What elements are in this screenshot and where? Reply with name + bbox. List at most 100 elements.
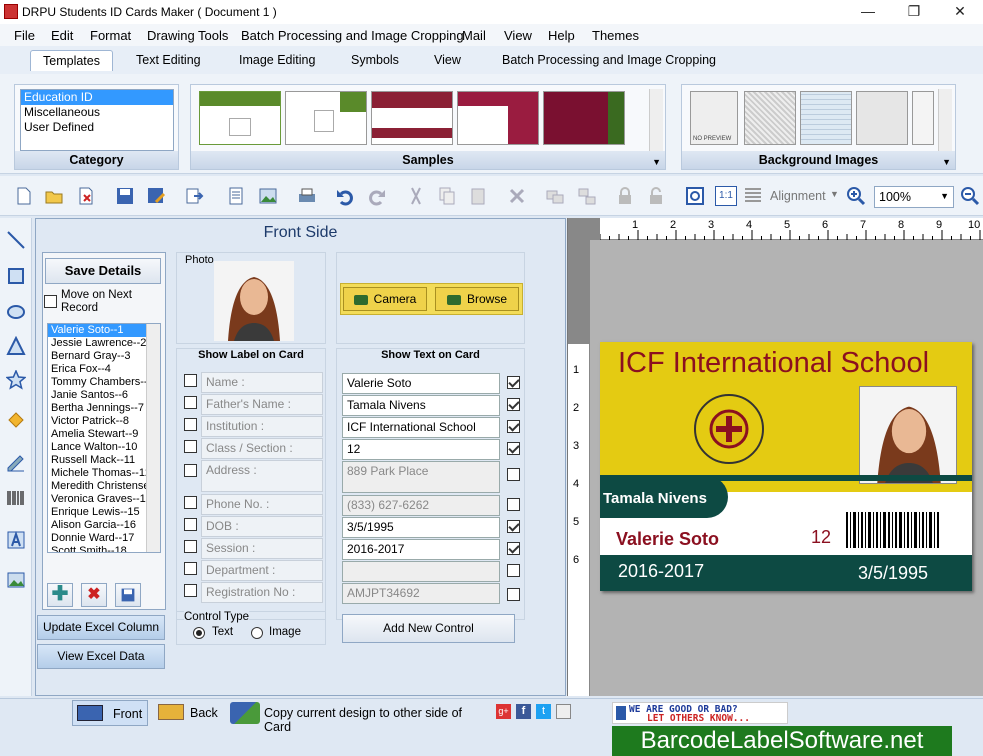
undo-icon[interactable] — [335, 186, 355, 206]
record-item[interactable]: Bertha Jennings--7 — [48, 402, 160, 415]
menu-format[interactable]: Format — [90, 28, 131, 43]
record-item[interactable]: Valerie Soto--1 — [48, 324, 160, 337]
show-checkbox-dob[interactable] — [507, 520, 520, 533]
show-checkbox-address[interactable] — [507, 468, 520, 481]
properties-icon[interactable] — [226, 186, 246, 206]
records-list[interactable]: Valerie Soto--1 Jessie Lawrence--2 Berna… — [47, 323, 161, 553]
save-as-icon[interactable] — [146, 186, 166, 206]
bg-thumb-4[interactable] — [856, 91, 908, 145]
front-side-button[interactable]: Front — [72, 700, 148, 726]
samples-scrollbar[interactable] — [649, 89, 663, 151]
tab-view[interactable]: View — [434, 53, 461, 67]
view-excel-data-button[interactable]: View Excel Data — [37, 644, 165, 669]
save-details-button[interactable]: Save Details — [45, 258, 161, 284]
add-record-icon[interactable]: ✚ — [47, 583, 73, 607]
browse-button[interactable]: Browse — [435, 287, 519, 311]
card-father-name[interactable]: Tamala Nivens — [603, 490, 707, 507]
new-icon[interactable] — [14, 186, 34, 206]
category-item-education[interactable]: Education ID — [21, 90, 173, 105]
card-school-name[interactable]: ICF International School — [618, 347, 929, 380]
bg-thumb-no-preview[interactable]: NO PREVIEW — [690, 91, 738, 145]
delete-icon[interactable] — [507, 186, 527, 206]
move-next-checkbox[interactable] — [44, 295, 57, 308]
record-item[interactable]: Michele Thomas--12 — [48, 467, 160, 480]
card-session[interactable]: 2016-2017 — [618, 561, 704, 582]
show-checkbox-registration[interactable] — [507, 588, 520, 601]
show-checkbox-institution[interactable] — [507, 420, 520, 433]
star-tool-icon[interactable] — [6, 370, 26, 390]
menu-drawing-tools[interactable]: Drawing Tools — [147, 28, 228, 43]
copy-design-button[interactable]: Copy current design to other side of Car… — [228, 700, 486, 734]
close-doc-icon[interactable] — [76, 186, 96, 206]
card-photo[interactable] — [859, 386, 957, 484]
label-checkbox-department[interactable] — [184, 562, 197, 575]
group-icon[interactable] — [545, 186, 565, 206]
records-scrollbar[interactable] — [146, 324, 160, 552]
back-side-button[interactable]: Back — [154, 700, 222, 726]
value-session[interactable]: 2016-2017 — [342, 539, 500, 560]
bg-thumb-3[interactable] — [800, 91, 852, 145]
menu-edit[interactable]: Edit — [51, 28, 73, 43]
label-checkbox-institution[interactable] — [184, 418, 197, 431]
card-barcode[interactable] — [844, 512, 944, 548]
maximize-button[interactable]: ❐ — [891, 0, 937, 24]
google-plus-icon[interactable]: g+ — [496, 704, 511, 719]
card-class[interactable]: 12 — [811, 527, 831, 548]
share-icon[interactable] — [556, 704, 571, 719]
zoom-select[interactable]: 100% ▼ — [874, 186, 954, 208]
update-excel-column-button[interactable]: Update Excel Column — [37, 615, 165, 640]
value-father[interactable]: Tamala Nivens — [342, 395, 500, 416]
show-checkbox-department[interactable] — [507, 564, 520, 577]
record-item[interactable]: Lance Walton--10 — [48, 441, 160, 454]
tab-templates[interactable]: Templates — [30, 50, 113, 71]
record-item[interactable]: Donnie Ward--17 — [48, 532, 160, 545]
twitter-icon[interactable]: t — [536, 704, 551, 719]
redo-icon[interactable] — [367, 186, 387, 206]
tab-image-editing[interactable]: Image Editing — [239, 53, 315, 67]
signature-tool-icon[interactable] — [6, 452, 26, 472]
background-expand-icon[interactable]: ▼ — [942, 157, 951, 167]
camera-button[interactable]: Camera — [343, 287, 427, 311]
image-icon[interactable] — [258, 186, 278, 206]
save-record-icon[interactable] — [115, 583, 141, 607]
value-address[interactable]: 889 Park Place — [342, 461, 500, 493]
record-item[interactable]: Victor Patrick--8 — [48, 415, 160, 428]
alignment-dropdown[interactable]: Alignment — [770, 189, 826, 203]
menu-help[interactable]: Help — [548, 28, 575, 43]
paste-icon[interactable] — [468, 186, 488, 206]
record-item[interactable]: Alison Garcia--16 — [48, 519, 160, 532]
line-tool-icon[interactable] — [6, 230, 26, 250]
value-dob[interactable]: 3/5/1995 — [342, 517, 500, 538]
value-department[interactable] — [342, 561, 500, 582]
label-checkbox-class[interactable] — [184, 440, 197, 453]
tab-text-editing[interactable]: Text Editing — [136, 53, 201, 67]
card-dob[interactable]: 3/5/1995 — [858, 563, 928, 584]
fit-to-window-icon[interactable] — [685, 186, 705, 206]
value-registration[interactable]: AMJPT34692 — [342, 583, 500, 604]
record-item[interactable]: Janie Santos--6 — [48, 389, 160, 402]
label-checkbox-name[interactable] — [184, 374, 197, 387]
record-item[interactable]: Russell Mack--11 — [48, 454, 160, 467]
category-item-user-defined[interactable]: User Defined — [21, 120, 173, 135]
record-item[interactable]: Erica Fox--4 — [48, 363, 160, 376]
lock-icon[interactable] — [615, 186, 635, 206]
label-checkbox-dob[interactable] — [184, 518, 197, 531]
delete-record-icon[interactable]: ✖ — [81, 583, 107, 607]
photo-preview[interactable] — [214, 261, 294, 341]
card-student-name[interactable]: Valerie Soto — [616, 529, 719, 550]
ellipse-tool-icon[interactable] — [6, 302, 26, 322]
show-checkbox-phone[interactable] — [507, 498, 520, 511]
record-item[interactable]: Meredith Christense — [48, 480, 160, 493]
record-item[interactable]: Jessie Lawrence--2 — [48, 337, 160, 350]
menu-batch-processing[interactable]: Batch Processing and Image Cropping — [241, 28, 464, 43]
show-checkbox-class[interactable] — [507, 442, 520, 455]
print-icon[interactable] — [297, 186, 317, 206]
image-radio[interactable] — [251, 627, 263, 639]
id-card[interactable]: ICF International School Tamala Nivens V… — [600, 342, 972, 591]
label-checkbox-father[interactable] — [184, 396, 197, 409]
menu-mail[interactable]: Mail — [462, 28, 486, 43]
shapes-tool-icon[interactable] — [6, 410, 26, 430]
category-item-misc[interactable]: Miscellaneous — [21, 105, 173, 120]
show-checkbox-session[interactable] — [507, 542, 520, 555]
bg-scrollbar[interactable] — [938, 89, 952, 151]
